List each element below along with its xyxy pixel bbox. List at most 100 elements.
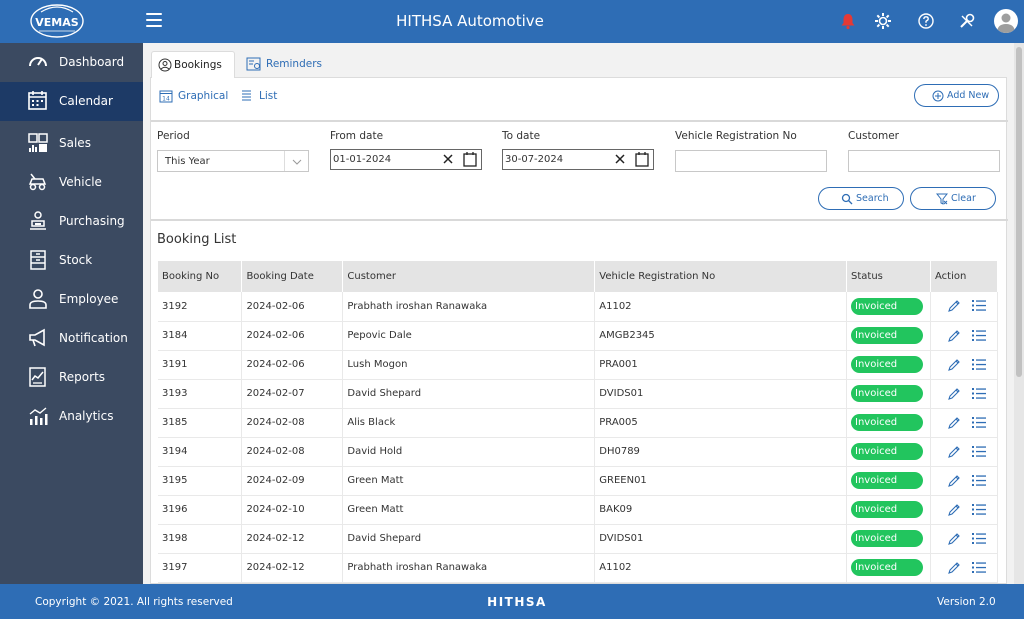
- status-cell: Invoiced: [846, 321, 931, 351]
- tab-bookings[interactable]: Bookings: [151, 51, 235, 78]
- column-header[interactable]: Customer: [342, 261, 596, 292]
- period-select[interactable]: This Year: [157, 150, 309, 172]
- edit-pencil-icon[interactable]: [947, 445, 961, 459]
- add-new-button[interactable]: Add New: [914, 84, 999, 107]
- settings-gear-icon[interactable]: [873, 11, 893, 31]
- sidebar-item-analytics[interactable]: Analytics: [0, 397, 143, 436]
- edit-pencil-icon[interactable]: [947, 474, 961, 488]
- table-row[interactable]: 3196 2024-02-10 Green Matt BAK09 Invoiced: [158, 495, 998, 525]
- action-cell: [930, 495, 998, 525]
- booking-no-cell: 3195: [158, 466, 243, 496]
- from-date-input[interactable]: 01-01-2024: [330, 149, 482, 170]
- user-avatar[interactable]: [994, 9, 1018, 33]
- customer-input[interactable]: [848, 150, 1000, 172]
- sales-icon: [27, 132, 49, 152]
- calendar-14-icon: 14: [159, 89, 173, 103]
- status-badge: Invoiced: [851, 472, 924, 489]
- clear-x-icon[interactable]: [614, 153, 626, 165]
- details-list-icon[interactable]: [972, 329, 986, 342]
- details-list-icon[interactable]: [972, 445, 986, 458]
- booking-no-cell: 3191: [158, 350, 243, 380]
- booking-no-cell: 3194: [158, 437, 243, 467]
- table-row[interactable]: 3192 2024-02-06 Prabhath iroshan Ranawaka A…: [158, 292, 998, 322]
- speedometer-icon: [27, 51, 49, 71]
- edit-pencil-icon[interactable]: [947, 561, 961, 575]
- page-scrollbar[interactable]: [1014, 43, 1024, 584]
- table-row[interactable]: 3198 2024-02-12 David Shepard DVIDS01 Invoic…: [158, 524, 998, 554]
- table-row[interactable]: 3195 2024-02-09 Green Matt GREEN01 Invoiced: [158, 466, 998, 496]
- reminder-list-icon: [246, 57, 261, 71]
- sidebar-item-dashboard[interactable]: Dashboard: [0, 43, 143, 82]
- table-row[interactable]: 3185 2024-02-08 Alis Black PRA005 Invoiced: [158, 408, 998, 438]
- status-badge: Invoiced: [851, 385, 924, 402]
- customer-cell: Prabhath iroshan Ranawaka: [342, 553, 596, 583]
- action-cell: [930, 292, 998, 322]
- status-badge: Invoiced: [851, 327, 924, 344]
- analytics-icon: [27, 405, 49, 425]
- details-list-icon[interactable]: [972, 474, 986, 487]
- details-list-icon[interactable]: [972, 416, 986, 429]
- booking-no-cell: 3185: [158, 408, 243, 438]
- list-icon: [240, 89, 254, 103]
- sidebar-item-purchasing[interactable]: Purchasing: [0, 202, 143, 241]
- edit-pencil-icon[interactable]: [947, 358, 961, 372]
- sidebar-item-reports[interactable]: Reports: [0, 358, 143, 397]
- sidebar-item-calendar[interactable]: Calendar: [0, 82, 143, 121]
- search-icon: [841, 193, 853, 205]
- clear-x-icon[interactable]: [442, 153, 454, 165]
- vehicle-reg-input[interactable]: [675, 150, 827, 172]
- booking-date-cell: 2024-02-09: [241, 466, 344, 496]
- table-row[interactable]: 3193 2024-02-07 David Shepard DVIDS01 Invoic…: [158, 379, 998, 409]
- table-row[interactable]: 3197 2024-02-12 Prabhath iroshan Ranawaka A…: [158, 553, 998, 583]
- period-label: Period: [157, 130, 190, 142]
- calendar-picker-icon[interactable]: [635, 152, 649, 167]
- column-header[interactable]: Booking Date: [241, 261, 344, 292]
- to-date-input[interactable]: 30-07-2024: [502, 149, 654, 170]
- sidebar-item-vehicle[interactable]: Vehicle: [0, 163, 143, 202]
- sidebar-item-sales[interactable]: Sales: [0, 124, 143, 163]
- vehicle-reg-cell: PRA001: [594, 350, 848, 380]
- status-badge: Invoiced: [851, 501, 924, 518]
- tab-reminders[interactable]: Reminders: [240, 51, 326, 78]
- vehicle-icon: [27, 171, 49, 191]
- details-list-icon[interactable]: [972, 503, 986, 516]
- sidebar-item-employee[interactable]: Employee: [0, 280, 143, 319]
- details-list-icon[interactable]: [972, 532, 986, 545]
- customer-cell: Prabhath iroshan Ranawaka: [342, 292, 596, 322]
- status-badge: Invoiced: [851, 414, 924, 431]
- details-list-icon[interactable]: [972, 299, 986, 312]
- sidebar-item-stock[interactable]: Stock: [0, 241, 143, 280]
- scrollbar-thumb[interactable]: [1016, 47, 1022, 377]
- column-header[interactable]: Vehicle Registration No: [594, 261, 848, 292]
- edit-pencil-icon[interactable]: [947, 503, 961, 517]
- column-header[interactable]: Status: [846, 261, 931, 292]
- booking-no-cell: 3192: [158, 292, 243, 322]
- booking-date-cell: 2024-02-12: [241, 524, 344, 554]
- details-list-icon[interactable]: [972, 561, 986, 574]
- tools-icon[interactable]: [957, 11, 977, 31]
- help-icon[interactable]: [916, 11, 936, 31]
- edit-pencil-icon[interactable]: [947, 329, 961, 343]
- action-cell: [930, 437, 998, 467]
- action-cell: [930, 321, 998, 351]
- clear-button[interactable]: Clear: [910, 187, 996, 210]
- action-cell: [930, 553, 998, 583]
- edit-pencil-icon[interactable]: [947, 532, 961, 546]
- status-cell: Invoiced: [846, 292, 931, 322]
- edit-pencil-icon[interactable]: [947, 299, 961, 313]
- edit-pencil-icon[interactable]: [947, 416, 961, 430]
- table-row[interactable]: 3194 2024-02-08 David Hold DH0789 Invoiced: [158, 437, 998, 467]
- details-list-icon[interactable]: [972, 358, 986, 371]
- action-cell: [930, 350, 998, 380]
- calendar-picker-icon[interactable]: [463, 152, 477, 167]
- booking-no-cell: 3197: [158, 553, 243, 583]
- column-header[interactable]: Booking No: [158, 261, 243, 292]
- edit-pencil-icon[interactable]: [947, 387, 961, 401]
- details-list-icon[interactable]: [972, 387, 986, 400]
- notification-bell-icon[interactable]: [838, 11, 858, 31]
- table-row[interactable]: 3191 2024-02-06 Lush Mogon PRA001 Invoiced: [158, 350, 998, 380]
- action-cell: [930, 524, 998, 554]
- search-button[interactable]: Search: [818, 187, 904, 210]
- sidebar-item-notification[interactable]: Notification: [0, 319, 143, 358]
- table-row[interactable]: 3184 2024-02-06 Pepovic Dale AMGB2345 Invoic…: [158, 321, 998, 351]
